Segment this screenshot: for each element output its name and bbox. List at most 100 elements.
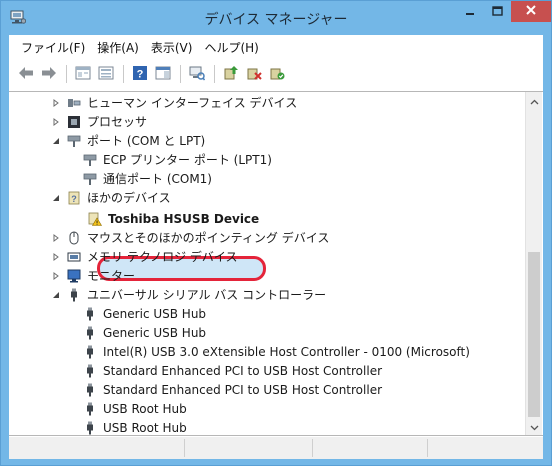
menu-help[interactable]: ヘルプ(H) bbox=[198, 39, 264, 56]
scroll-up-button[interactable] bbox=[526, 92, 542, 109]
forward-button[interactable] bbox=[38, 63, 60, 85]
tree-node-label: ほかのデバイス bbox=[87, 190, 171, 205]
tree-node-label: プロセッサ bbox=[87, 114, 148, 129]
close-button[interactable] bbox=[511, 1, 551, 22]
tree-node-standard-enhanced-pci-usb[interactable]: Standard Enhanced PCI to USB Host Contro… bbox=[67, 380, 382, 399]
tree-node-standard-enhanced-pci-usb[interactable]: Standard Enhanced PCI to USB Host Contro… bbox=[67, 361, 382, 380]
expand-arrow-icon[interactable] bbox=[51, 271, 61, 281]
help-button[interactable]: ? bbox=[129, 63, 151, 85]
tree-node-com1[interactable]: 通信ポート (COM1) bbox=[67, 169, 212, 188]
collapse-arrow-icon[interactable] bbox=[51, 193, 61, 203]
port-icon bbox=[83, 172, 97, 186]
status-bar-pane bbox=[313, 439, 428, 457]
tree-node-intel-usb3-controller[interactable]: Intel(R) USB 3.0 eXtensible Host Control… bbox=[67, 342, 470, 361]
device-manager-window: デバイス マネージャー ファイル(F) 操作(A) 表示(V) ヘルプ(H) ?… bbox=[0, 0, 552, 466]
tree-node-label: Toshiba HSUSB Device bbox=[108, 211, 260, 226]
update-driver-button[interactable] bbox=[220, 63, 242, 85]
usb-icon bbox=[83, 383, 97, 397]
scroll-down-button[interactable] bbox=[526, 418, 542, 435]
collapse-arrow-icon[interactable] bbox=[51, 136, 61, 146]
close-icon bbox=[525, 4, 537, 19]
port-icon bbox=[83, 153, 97, 167]
usb-icon bbox=[83, 345, 97, 359]
svg-text:?: ? bbox=[71, 194, 77, 204]
toolbar-separator bbox=[66, 65, 67, 83]
tree-node-ecp-printer-port[interactable]: ECP プリンター ポート (LPT1) bbox=[67, 150, 272, 169]
tree-node-label: Standard Enhanced PCI to USB Host Contro… bbox=[103, 363, 383, 378]
usb-icon bbox=[83, 326, 97, 340]
menu-file[interactable]: ファイル(F) bbox=[15, 39, 91, 56]
enable-device-button[interactable] bbox=[266, 63, 288, 85]
expand-arrow-icon[interactable] bbox=[51, 117, 61, 127]
uninstall-device-button[interactable] bbox=[243, 63, 265, 85]
scrollbar-thumb[interactable] bbox=[528, 252, 540, 417]
usb-icon bbox=[67, 288, 81, 302]
tree-node-hid[interactable]: ヒューマン インターフェイス デバイス bbox=[51, 93, 297, 112]
action-pane-button[interactable] bbox=[152, 63, 174, 85]
tree-node-ports[interactable]: ポート (COM と LPT) bbox=[51, 131, 205, 150]
unknown-device-icon: ? bbox=[67, 191, 81, 205]
tree-node-generic-usb-hub[interactable]: Generic USB Hub bbox=[67, 304, 206, 323]
tree-node-label: USB Root Hub bbox=[103, 420, 187, 435]
tree-node-label: 通信ポート (COM1) bbox=[103, 171, 212, 186]
tree-node-processor[interactable]: プロセッサ bbox=[51, 112, 147, 131]
properties-view-icon bbox=[75, 66, 91, 83]
status-bar-pane bbox=[9, 439, 185, 457]
warning-device-icon bbox=[88, 212, 102, 226]
tree-node-label: Intel(R) USB 3.0 eXtensible Host Control… bbox=[103, 344, 470, 359]
tree-node-usb-root-hub[interactable]: USB Root Hub bbox=[67, 418, 187, 435]
tree-node-toshiba-hsusb-device[interactable]: Toshiba HSUSB Device bbox=[88, 209, 259, 228]
device-tree: ヒューマン インターフェイス デバイス プロセッサ ポート (COM と LPT… bbox=[9, 92, 525, 435]
list-view-button[interactable] bbox=[95, 63, 117, 85]
tree-node-label: ポート (COM と LPT) bbox=[87, 133, 206, 148]
enable-device-icon bbox=[269, 65, 285, 84]
scan-hardware-button[interactable] bbox=[186, 63, 208, 85]
toolbar-separator bbox=[180, 65, 181, 83]
tree-node-monitors[interactable]: モニター bbox=[51, 266, 135, 285]
tree-node-usb-controllers[interactable]: ユニバーサル シリアル バス コントローラー bbox=[51, 285, 326, 304]
expand-arrow-icon[interactable] bbox=[51, 98, 61, 108]
maximize-button[interactable] bbox=[484, 1, 510, 22]
tree-node-label: マウスとそのほかのポインティング デバイス bbox=[87, 230, 330, 245]
tree-node-usb-root-hub[interactable]: USB Root Hub bbox=[67, 399, 187, 418]
processor-icon bbox=[67, 115, 81, 129]
usb-icon bbox=[83, 364, 97, 378]
help-icon: ? bbox=[132, 65, 148, 84]
minimize-icon bbox=[465, 5, 475, 19]
tree-node-label: ユニバーサル シリアル バス コントローラー bbox=[87, 287, 327, 302]
properties-view-button[interactable] bbox=[72, 63, 94, 85]
usb-icon bbox=[83, 307, 97, 321]
client-area: ファイル(F) 操作(A) 表示(V) ヘルプ(H) ? ヒューマン インターフ… bbox=[9, 35, 543, 459]
back-button[interactable] bbox=[15, 63, 37, 85]
status-bar-pane bbox=[185, 439, 313, 457]
status-bar bbox=[9, 437, 543, 459]
vertical-scrollbar[interactable] bbox=[525, 92, 542, 435]
usb-icon bbox=[83, 421, 97, 435]
tree-node-mice[interactable]: マウスとそのほかのポインティング デバイス bbox=[51, 228, 329, 247]
chevron-down-icon bbox=[530, 420, 539, 434]
tree-node-label: ECP プリンター ポート (LPT1) bbox=[103, 152, 272, 167]
collapse-arrow-icon[interactable] bbox=[51, 290, 61, 300]
port-icon bbox=[67, 134, 81, 148]
tree-node-generic-usb-hub[interactable]: Generic USB Hub bbox=[67, 323, 206, 342]
expand-arrow-icon[interactable] bbox=[51, 252, 61, 262]
svg-text:?: ? bbox=[137, 68, 144, 80]
toolbar-separator bbox=[214, 65, 215, 83]
tree-node-label: メモリ テクノロジ デバイス bbox=[87, 249, 238, 264]
expand-arrow-icon[interactable] bbox=[51, 233, 61, 243]
device-tree-pane: ヒューマン インターフェイス デバイス プロセッサ ポート (COM と LPT… bbox=[9, 91, 543, 436]
tree-node-other-devices[interactable]: ? ほかのデバイス bbox=[51, 188, 171, 207]
tree-node-label: USB Root Hub bbox=[103, 401, 187, 416]
title-bar[interactable]: デバイス マネージャー bbox=[1, 1, 551, 35]
tree-node-memory-technology[interactable]: メモリ テクノロジ デバイス bbox=[51, 247, 238, 266]
menu-action[interactable]: 操作(A) bbox=[91, 39, 145, 56]
memory-icon bbox=[67, 250, 81, 264]
menu-view[interactable]: 表示(V) bbox=[145, 39, 199, 56]
minimize-button[interactable] bbox=[457, 1, 483, 22]
